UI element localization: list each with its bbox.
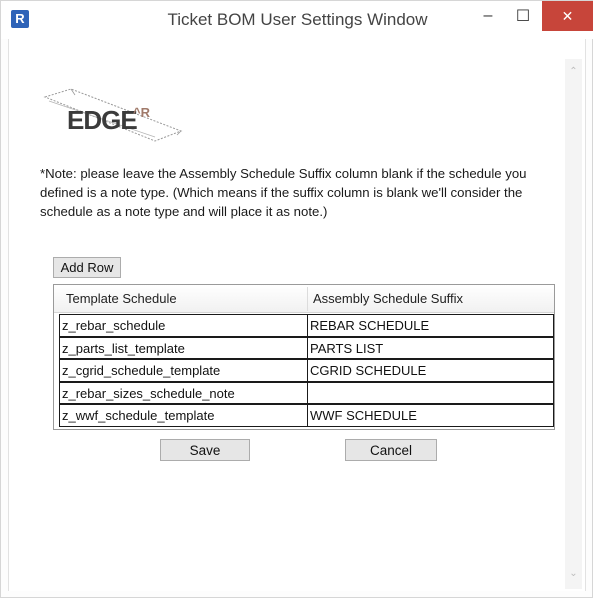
title-bar[interactable]: R Ticket BOM User Settings Window – ☐ ✕	[1, 1, 593, 39]
header-assembly-suffix[interactable]: Assembly Schedule Suffix	[313, 285, 553, 313]
template-cell[interactable]: z_cgrid_schedule_template	[59, 359, 308, 382]
maximize-button[interactable]: ☐	[506, 1, 540, 31]
table-row: z_cgrid_schedule_template CGRID SCHEDULE	[59, 359, 554, 382]
header-template-schedule[interactable]: Template Schedule	[66, 285, 306, 313]
template-cell[interactable]: z_wwf_schedule_template	[59, 404, 308, 427]
edge-logo: EDGE ^R	[31, 75, 191, 145]
suffix-cell[interactable]: WWF SCHEDULE	[307, 404, 554, 427]
header-divider	[307, 287, 308, 311]
note-text: *Note: please leave the Assembly Schedul…	[40, 166, 527, 219]
suffix-cell[interactable]	[307, 381, 554, 405]
schedule-grid: Template Schedule Assembly Schedule Suff…	[53, 284, 555, 430]
table-row: z_rebar_schedule REBAR SCHEDULE	[59, 314, 554, 337]
vertical-scrollbar[interactable]: ⌃ ⌄	[565, 59, 582, 589]
grid-header: Template Schedule Assembly Schedule Suff…	[54, 285, 554, 313]
scroll-down-icon[interactable]: ⌄	[565, 565, 582, 582]
template-cell[interactable]: z_parts_list_template	[59, 336, 308, 360]
template-cell[interactable]: z_rebar_schedule	[59, 314, 308, 337]
template-cell[interactable]: z_rebar_sizes_schedule_note	[59, 381, 308, 405]
scroll-up-icon[interactable]: ⌃	[565, 63, 582, 80]
close-button[interactable]: ✕	[542, 1, 593, 31]
logo-text: EDGE	[67, 105, 138, 135]
suffix-cell[interactable]: REBAR SCHEDULE	[307, 314, 554, 337]
cancel-button[interactable]: Cancel	[345, 439, 437, 461]
suffix-cell[interactable]: CGRID SCHEDULE	[307, 359, 554, 382]
save-button[interactable]: Save	[160, 439, 250, 461]
minimize-button[interactable]: –	[471, 1, 505, 31]
logo-suffix: ^R	[133, 105, 150, 120]
grid-rows: z_rebar_schedule REBAR SCHEDULE z_parts_…	[59, 314, 554, 427]
table-row: z_rebar_sizes_schedule_note	[59, 381, 554, 405]
table-row: z_parts_list_template PARTS LIST	[59, 336, 554, 360]
add-row-button[interactable]: Add Row	[53, 257, 121, 278]
suffix-cell[interactable]: PARTS LIST	[307, 336, 554, 360]
settings-window: R Ticket BOM User Settings Window – ☐ ✕ …	[0, 0, 593, 598]
table-row: z_wwf_schedule_template WWF SCHEDULE	[59, 404, 554, 427]
